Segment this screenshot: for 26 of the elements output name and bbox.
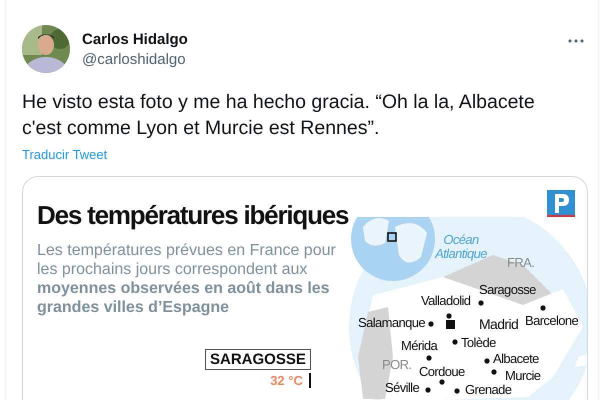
city-label: Barcelone [525,314,578,328]
city-label: Saragosse [479,283,536,297]
sea-label: Océan Atlantique [434,233,488,261]
tweet-text: He visto esta foto y me ha hecho gracia. “Oh la la, Albacete c'est comme Lyon et Murcie est Rennes”. [22,90,536,141]
country-label: POR. [382,358,412,372]
city-label: Mérida [401,339,438,353]
city-label: Murcie [505,369,540,383]
city-label: Madrid [479,317,518,331]
city-label: Tolède [461,336,496,350]
city-label: Valladolid [421,294,470,308]
author-name[interactable]: Carlos Hidalgo [82,30,188,50]
author-handle[interactable]: @carloshidalgo [82,50,188,70]
city-label: Séville [385,381,420,395]
temperature-label: 32 °C [270,373,311,388]
city-label: Albacete [493,352,539,366]
logo-icon [547,190,575,217]
more-icon[interactable] [568,39,584,43]
graphic-title: Des températures ibériques [37,199,348,231]
avatar[interactable] [22,25,70,73]
attached-image[interactable] [22,176,588,400]
city-label: Salamanque [358,316,425,330]
city-label: Grenade [465,383,512,397]
city-label: Cordoue [419,365,465,379]
country-label: FRA. [507,256,534,270]
graphic-subtitle: Les températures prévues en France pour les prochains jours correspondent aux moyennes observées en août dans les grandes villes d’Espagne [37,241,337,317]
city-label: SARAGOSSE [205,349,311,370]
